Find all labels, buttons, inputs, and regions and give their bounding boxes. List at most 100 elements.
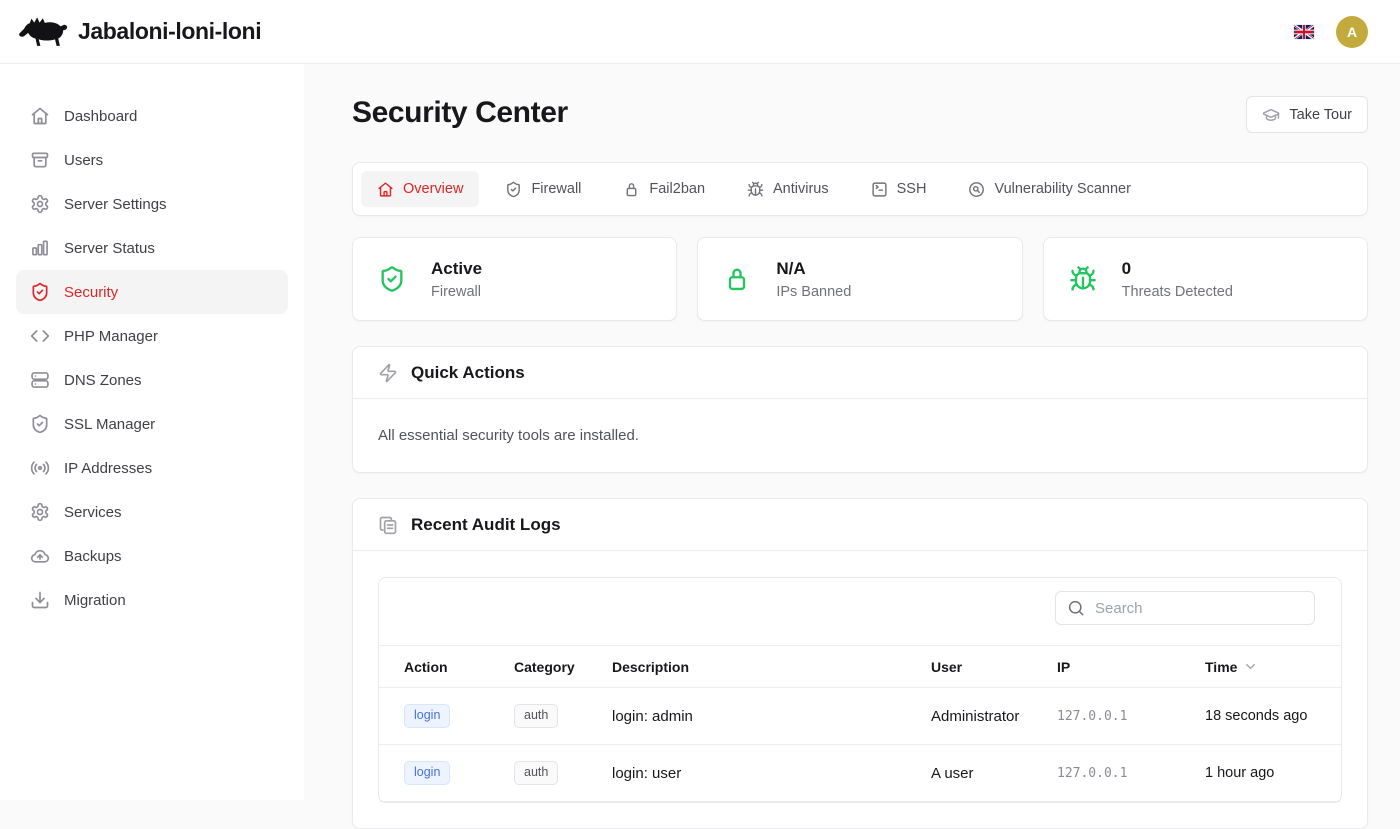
- scan-search-icon: [968, 181, 985, 198]
- top-bar-actions: A: [1294, 16, 1384, 48]
- sidebar-item-label: Security: [64, 284, 118, 301]
- boar-logo-icon: [16, 14, 68, 50]
- sidebar-item-backups[interactable]: Backups: [16, 534, 288, 578]
- column-header-description[interactable]: Description: [612, 659, 931, 675]
- shield-check-icon: [30, 414, 50, 434]
- sidebar-item-php-manager[interactable]: PHP Manager: [16, 314, 288, 358]
- clipboard-list-icon: [378, 515, 398, 535]
- sidebar-item-ssl-manager[interactable]: SSL Manager: [16, 402, 288, 446]
- sidebar-item-users[interactable]: Users: [16, 138, 288, 182]
- tab-fail2ban[interactable]: Fail2ban: [607, 171, 721, 207]
- top-bar: Jabaloni-loni-loni A: [0, 0, 1400, 64]
- uk-flag-icon[interactable]: [1294, 25, 1314, 39]
- tab-antivirus[interactable]: Antivirus: [731, 171, 845, 207]
- column-header-ip[interactable]: IP: [1057, 659, 1205, 675]
- security-tabs: Overview Firewall Fail2ban Antivirus SSH…: [352, 162, 1368, 216]
- cell-user: Administrator: [931, 708, 1057, 725]
- archive-icon: [30, 150, 50, 170]
- cell-description: login: user: [612, 765, 931, 782]
- chevron-down-icon: [1243, 659, 1258, 674]
- category-badge: auth: [514, 704, 558, 728]
- sidebar: Dashboard Users Server Settings Server S…: [0, 64, 304, 800]
- server-icon: [30, 370, 50, 390]
- page-header: Security Center Take Tour: [352, 96, 1368, 133]
- stat-label: Firewall: [431, 284, 482, 300]
- tab-ssh[interactable]: SSH: [855, 171, 943, 207]
- sidebar-item-server-settings[interactable]: Server Settings: [16, 182, 288, 226]
- sidebar-item-dns-zones[interactable]: DNS Zones: [16, 358, 288, 402]
- column-header-user[interactable]: User: [931, 659, 1057, 675]
- brand[interactable]: Jabaloni-loni-loni: [16, 14, 261, 50]
- search-box: [1055, 591, 1315, 625]
- audit-logs-body: Action Category Description User IP Time…: [353, 551, 1367, 828]
- table-header-row: Action Category Description User IP Time: [379, 645, 1341, 688]
- tab-label: Overview: [403, 181, 463, 197]
- stat-value: 0: [1122, 259, 1233, 279]
- tab-vulnerability-scanner[interactable]: Vulnerability Scanner: [952, 171, 1146, 207]
- cell-ip: 127.0.0.1: [1057, 766, 1205, 781]
- shield-check-icon: [30, 282, 50, 302]
- sidebar-item-label: Migration: [64, 592, 126, 609]
- main-content: Security Center Take Tour Overview Firew…: [304, 64, 1400, 829]
- sidebar-item-label: Services: [64, 504, 122, 521]
- lock-icon: [623, 181, 640, 198]
- stat-card-ips-banned: N/A IPs Banned: [697, 237, 1022, 321]
- sidebar-item-dashboard[interactable]: Dashboard: [16, 94, 288, 138]
- sidebar-item-label: Backups: [64, 548, 122, 565]
- stat-label: Threats Detected: [1122, 284, 1233, 300]
- quick-actions-section: Quick Actions All essential security too…: [352, 346, 1368, 473]
- section-title: Recent Audit Logs: [411, 515, 561, 535]
- sidebar-item-services[interactable]: Services: [16, 490, 288, 534]
- cloud-upload-icon: [30, 546, 50, 566]
- take-tour-button[interactable]: Take Tour: [1246, 96, 1368, 133]
- cell-time: 1 hour ago: [1205, 765, 1316, 781]
- status-cards: Active Firewall N/A IPs Banned 0 Threats…: [352, 237, 1368, 321]
- brand-title: Jabaloni-loni-loni: [78, 18, 261, 45]
- home-icon: [30, 106, 50, 126]
- sidebar-item-label: Dashboard: [64, 108, 137, 125]
- column-header-action[interactable]: Action: [404, 659, 514, 675]
- tab-label: SSH: [897, 181, 927, 197]
- stat-value: N/A: [776, 259, 851, 279]
- stat-card-firewall: Active Firewall: [352, 237, 677, 321]
- tab-label: Firewall: [531, 181, 581, 197]
- gear-icon: [30, 194, 50, 214]
- sidebar-item-label: DNS Zones: [64, 372, 142, 389]
- bug-icon: [1069, 265, 1097, 293]
- tab-overview[interactable]: Overview: [361, 171, 479, 207]
- sidebar-item-label: IP Addresses: [64, 460, 152, 477]
- tab-label: Fail2ban: [649, 181, 705, 197]
- tab-label: Vulnerability Scanner: [994, 181, 1130, 197]
- bug-icon: [747, 181, 764, 198]
- sidebar-item-server-status[interactable]: Server Status: [16, 226, 288, 270]
- quick-actions-header: Quick Actions: [353, 347, 1367, 399]
- action-badge: login: [404, 704, 450, 728]
- audit-logs-table-card: Action Category Description User IP Time…: [378, 577, 1342, 803]
- home-icon: [377, 181, 394, 198]
- table-row[interactable]: login auth login: user A user 127.0.0.1 …: [379, 745, 1341, 802]
- search-input[interactable]: [1055, 591, 1315, 625]
- sidebar-item-label: SSL Manager: [64, 416, 155, 433]
- sidebar-item-migration[interactable]: Migration: [16, 578, 288, 622]
- column-header-category[interactable]: Category: [514, 659, 612, 675]
- table-toolbar: [379, 578, 1341, 645]
- tab-label: Antivirus: [773, 181, 829, 197]
- sidebar-item-label: Server Status: [64, 240, 155, 257]
- code-icon: [30, 326, 50, 346]
- column-header-time[interactable]: Time: [1205, 659, 1316, 675]
- cell-user: A user: [931, 765, 1057, 782]
- table-row[interactable]: login auth login: admin Administrator 12…: [379, 688, 1341, 745]
- sidebar-item-security[interactable]: Security: [16, 270, 288, 314]
- quick-actions-message: All essential security tools are install…: [353, 399, 1367, 472]
- sidebar-item-ip-addresses[interactable]: IP Addresses: [16, 446, 288, 490]
- tab-firewall[interactable]: Firewall: [489, 171, 597, 207]
- audit-logs-header: Recent Audit Logs: [353, 499, 1367, 551]
- cell-ip: 127.0.0.1: [1057, 709, 1205, 724]
- radio-icon: [30, 458, 50, 478]
- cell-description: login: admin: [612, 708, 931, 725]
- stat-label: IPs Banned: [776, 284, 851, 300]
- download-icon: [30, 590, 50, 610]
- stat-card-threats: 0 Threats Detected: [1043, 237, 1368, 321]
- avatar[interactable]: A: [1336, 16, 1368, 48]
- sidebar-item-label: Users: [64, 152, 103, 169]
